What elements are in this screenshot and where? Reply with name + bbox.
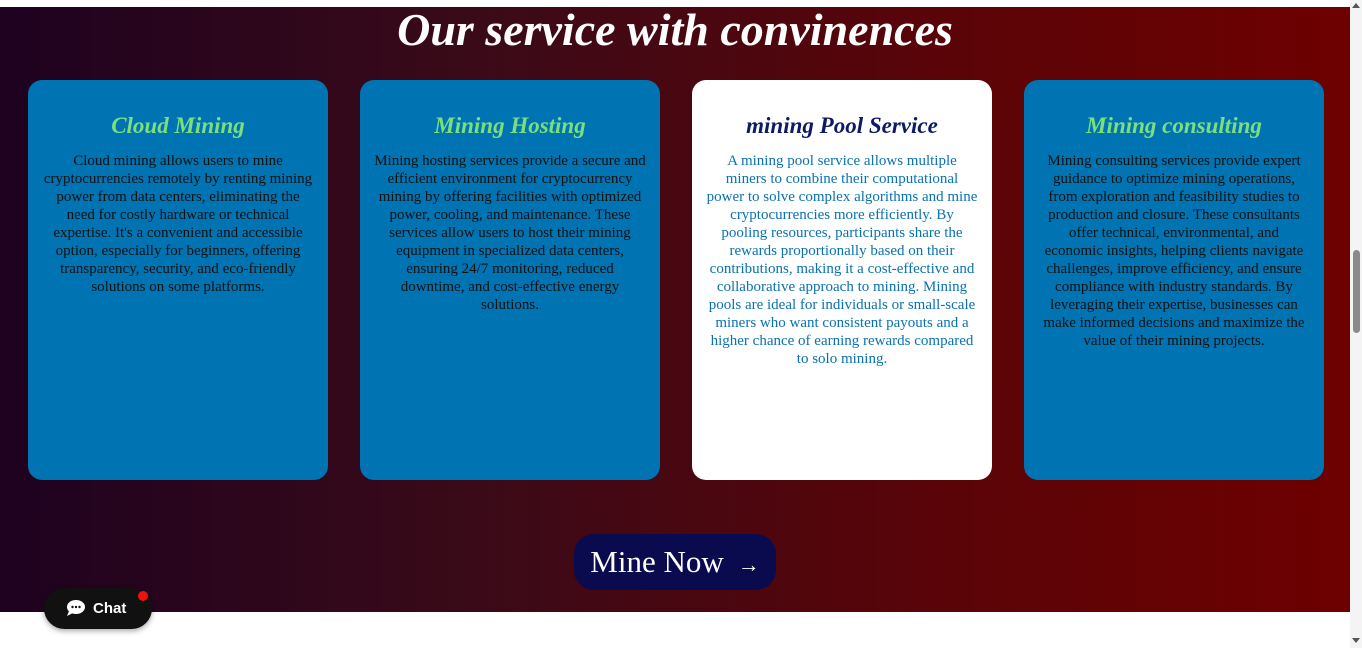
service-card-cloud-mining[interactable]: Cloud Mining Cloud mining allows users t… bbox=[28, 80, 328, 480]
scroll-up-arrow-icon[interactable] bbox=[1352, 3, 1360, 8]
mine-now-label: Mine Now bbox=[590, 544, 724, 579]
service-card-mining-hosting[interactable]: Mining Hosting Mining hosting services p… bbox=[360, 80, 660, 480]
arrow-right-icon: → bbox=[737, 551, 760, 577]
scroll-down-arrow-icon[interactable] bbox=[1352, 638, 1360, 643]
services-section: Our service with convinences Cloud Minin… bbox=[0, 7, 1350, 612]
mine-now-button[interactable]: Mine Now → bbox=[574, 534, 776, 590]
card-description: Mining hosting services provide a secure… bbox=[374, 153, 646, 313]
section-title: Our service with convinences bbox=[397, 4, 953, 55]
card-description: A mining pool service allows multiple mi… bbox=[706, 153, 978, 367]
card-title: Mining consulting bbox=[1086, 113, 1262, 138]
card-title: mining Pool Service bbox=[746, 113, 938, 138]
chat-button[interactable]: Chat bbox=[44, 588, 152, 629]
vertical-scrollbar[interactable] bbox=[1350, 0, 1362, 648]
card-title: Mining Hosting bbox=[434, 113, 586, 138]
scrollbar-thumb[interactable] bbox=[1353, 250, 1360, 333]
card-description: Cloud mining allows users to mine crypto… bbox=[43, 153, 313, 295]
service-card-mining-consulting[interactable]: Mining consulting Mining consulting serv… bbox=[1024, 80, 1324, 480]
chat-label: Chat bbox=[93, 600, 127, 617]
chat-bubble-icon bbox=[67, 600, 85, 616]
service-card-mining-pool-service[interactable]: mining Pool Service A mining pool servic… bbox=[692, 80, 992, 480]
card-description: Mining consulting services provide exper… bbox=[1043, 153, 1305, 349]
card-title: Cloud Mining bbox=[111, 113, 245, 138]
notification-dot bbox=[138, 591, 148, 601]
